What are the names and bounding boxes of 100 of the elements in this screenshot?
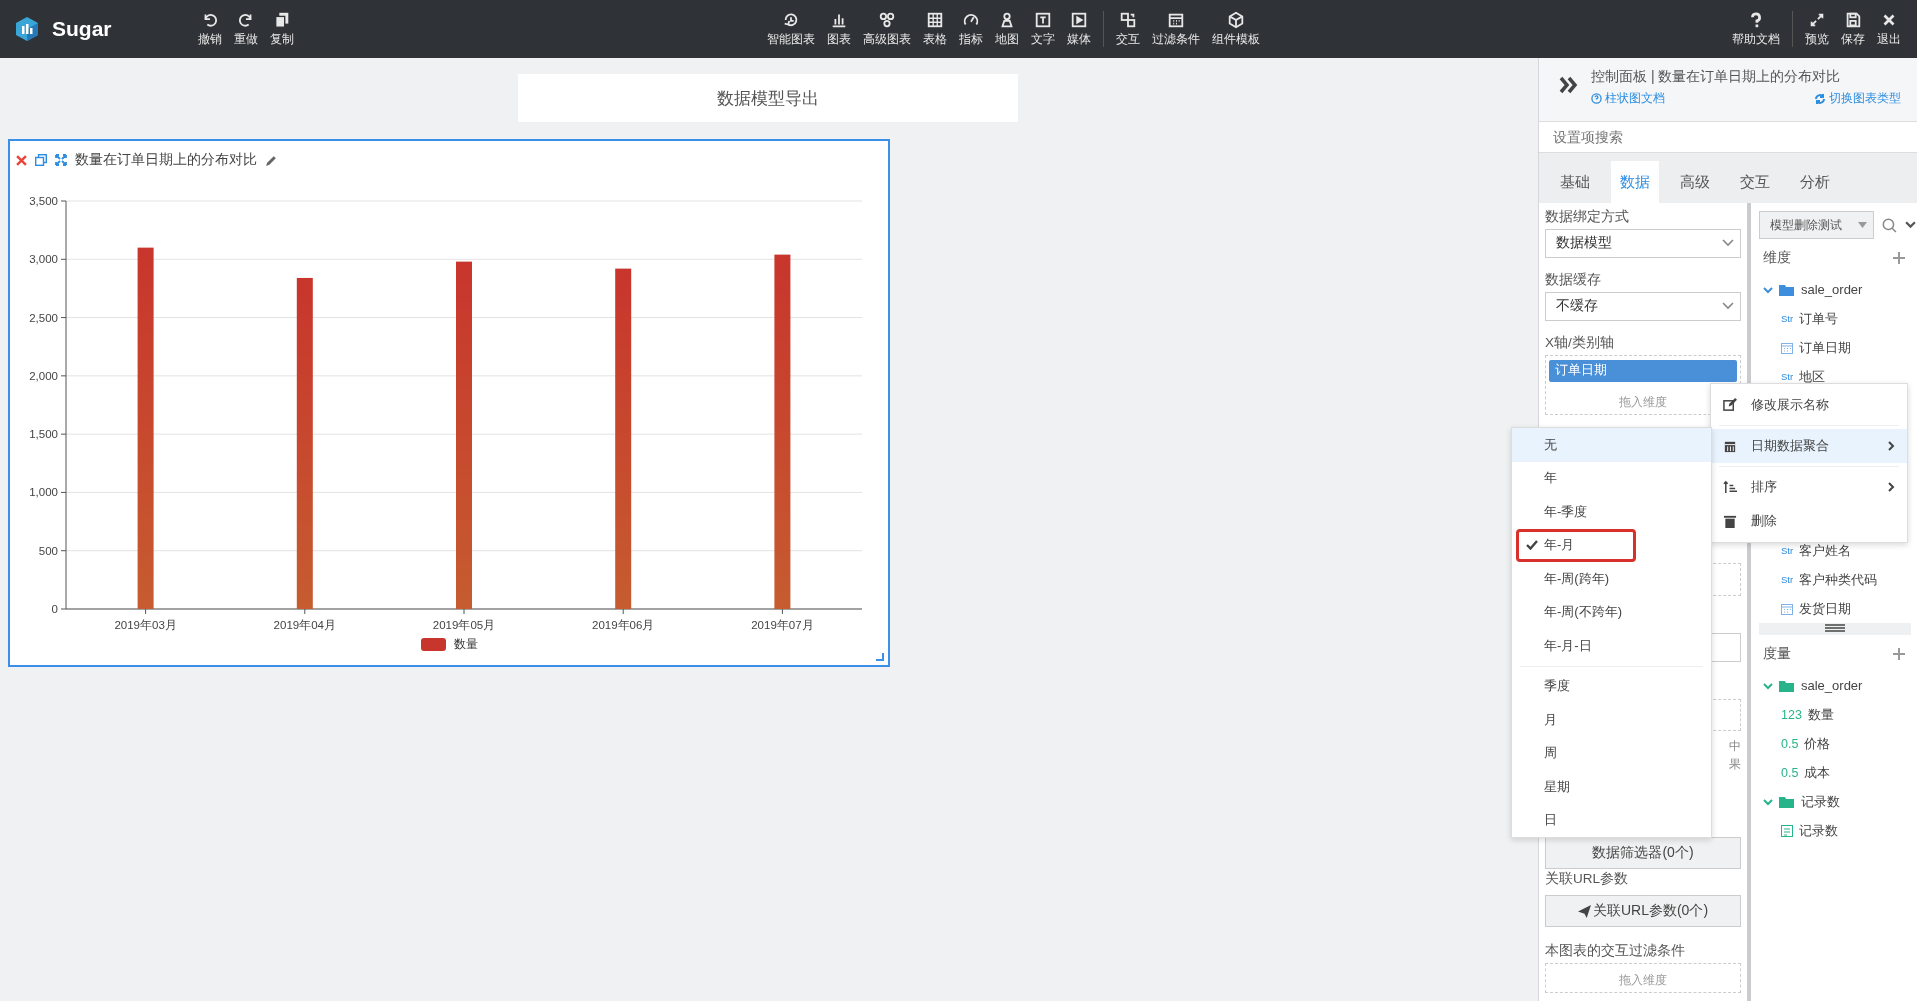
- menu-item[interactable]: 排序: [1711, 470, 1907, 504]
- note-text: 中: [1729, 738, 1741, 756]
- toolbar-button[interactable]: 过滤条件: [1145, 11, 1206, 47]
- double-chevron-icon[interactable]: [1559, 76, 1579, 94]
- chevron-down-icon[interactable]: [1763, 284, 1773, 295]
- field-name[interactable]: 客户姓名: [1799, 541, 1852, 560]
- cache-select[interactable]: 不缓存: [1545, 291, 1741, 321]
- field-name[interactable]: 发货日期: [1799, 599, 1851, 618]
- add-icon[interactable]: [1893, 252, 1905, 264]
- menu-item[interactable]: 无: [1512, 428, 1711, 462]
- nodes-icon: [877, 11, 896, 29]
- menu-item[interactable]: 年-月-日: [1512, 629, 1711, 663]
- resize-handle-icon[interactable]: [876, 653, 884, 661]
- panel-tab[interactable]: 数据: [1611, 161, 1659, 203]
- panel-tab[interactable]: 交互: [1731, 161, 1779, 203]
- field-label: 数据缓存: [1545, 271, 1602, 288]
- menu-item[interactable]: 年-周(跨年): [1512, 562, 1711, 596]
- toolbar-button[interactable]: 退出: [1871, 11, 1907, 47]
- chevron-down-icon: [1722, 239, 1734, 248]
- cube-icon: [1226, 11, 1245, 29]
- toolbar-button[interactable]: 撤销: [192, 11, 228, 47]
- field-name[interactable]: 订单号: [1799, 309, 1839, 328]
- panel-tab[interactable]: 基础: [1551, 161, 1599, 203]
- field-name[interactable]: 记录数: [1799, 821, 1838, 840]
- menu-item[interactable]: 年-月: [1516, 528, 1636, 562]
- sort-icon: [1723, 480, 1737, 494]
- caret-icon: [1858, 222, 1867, 228]
- toolbar-button[interactable]: 文字: [1024, 11, 1061, 47]
- toolbar-button[interactable]: 智能图表: [760, 11, 821, 47]
- menu-item[interactable]: 删除: [1711, 504, 1907, 538]
- binding-select[interactable]: 数据模型: [1545, 229, 1741, 258]
- type-label: Str: [1781, 545, 1794, 556]
- menu-item[interactable]: 星期: [1512, 770, 1711, 804]
- title-box: 数据模型导出: [518, 74, 1018, 122]
- toolbar-button[interactable]: 图表: [820, 11, 857, 47]
- toolbar-button[interactable]: 高级图表: [856, 11, 917, 47]
- filter-button[interactable]: 数据筛选器(0个): [1545, 837, 1741, 870]
- y-tick-label: 1,500: [29, 428, 58, 441]
- folder-name[interactable]: 记录数: [1801, 792, 1840, 811]
- folder-name[interactable]: sale_order: [1801, 282, 1863, 297]
- chart-card[interactable]: 数量在订单日期上的分布对比 0 500 1,000 1,500 2,000 2,500 3,000 3,500 2019年03月 2019年04月 2019年05月 2019年06月 2019年07月 数量: [8, 139, 890, 667]
- menu-item[interactable]: 周: [1512, 736, 1711, 770]
- chart-title: 数量在订单日期上的分布对比: [75, 151, 257, 169]
- type-label: 123: [1781, 707, 1802, 722]
- type-label: Str: [1781, 313, 1794, 324]
- field-name[interactable]: 数量: [1807, 705, 1834, 724]
- y-tick-label: 500: [38, 544, 58, 557]
- expand-icon: [1808, 11, 1826, 29]
- toolbar-button[interactable]: 媒体: [1060, 11, 1097, 47]
- text-icon: [1033, 11, 1052, 29]
- menu-item[interactable]: 月: [1512, 703, 1711, 737]
- drop-hint: 拖入维度: [1619, 393, 1667, 410]
- toolbar-button[interactable]: 指标: [952, 11, 989, 47]
- toolbar-button[interactable]: 组件模板: [1205, 11, 1266, 47]
- floppy-icon: [1844, 11, 1862, 29]
- type-label: 0.5: [1781, 765, 1799, 780]
- menu-item[interactable]: 年: [1512, 461, 1711, 495]
- field-label: 关联URL参数: [1545, 871, 1629, 888]
- close-icon[interactable]: [16, 154, 27, 166]
- field-name[interactable]: 成本: [1804, 763, 1831, 782]
- add-icon[interactable]: [1893, 648, 1905, 660]
- url-params-button[interactable]: 关联URL参数(0个): [1545, 895, 1741, 927]
- app-logo-text: Sugar: [52, 17, 112, 41]
- help-button[interactable]: 帮助文档: [1726, 11, 1786, 47]
- menu-item[interactable]: 年-季度: [1512, 495, 1711, 529]
- toolbar-button[interactable]: 表格: [916, 11, 953, 47]
- toolbar-button[interactable]: 复制: [264, 11, 300, 47]
- toolbar-button[interactable]: 重做: [228, 11, 264, 47]
- legend-label: 数量: [453, 636, 478, 653]
- chevron-down-icon: [1722, 302, 1734, 311]
- panel-tab[interactable]: 分析: [1791, 161, 1839, 203]
- type-label: Str: [1781, 574, 1794, 585]
- search-icon[interactable]: [1882, 217, 1897, 233]
- field-name[interactable]: 客户种类代码: [1799, 570, 1878, 589]
- x-tick-label: 2019年07月: [751, 619, 814, 631]
- toolbar-button[interactable]: 交互: [1109, 11, 1146, 47]
- field-name[interactable]: 地区: [1799, 367, 1826, 386]
- field-name[interactable]: 订单日期: [1799, 338, 1851, 357]
- menu-item[interactable]: 日: [1512, 803, 1711, 837]
- pencil-icon[interactable]: [265, 153, 278, 167]
- field-label: 本图表的交互过滤条件: [1545, 943, 1686, 959]
- panel-tab[interactable]: 高级: [1671, 161, 1719, 203]
- chevron-down-icon[interactable]: [1905, 221, 1916, 229]
- menu-item[interactable]: 年-周(不跨年): [1512, 595, 1711, 629]
- menu-item[interactable]: 季度: [1512, 669, 1711, 703]
- folder-name[interactable]: sale_order: [1801, 678, 1863, 693]
- calendar-grid-icon: [1166, 11, 1185, 29]
- x-tick-label: 2019年05月: [432, 619, 496, 631]
- toolbar-button[interactable]: 保存: [1835, 11, 1871, 47]
- model-dropdown[interactable]: 模型删除测试: [1759, 211, 1874, 239]
- x-tick-label: 2019年06月: [592, 619, 655, 631]
- field-name[interactable]: 价格: [1804, 734, 1831, 753]
- check-icon: [1526, 540, 1538, 551]
- copy-icon[interactable]: [35, 154, 47, 166]
- expand-icon[interactable]: [55, 154, 67, 166]
- copy-icon: [273, 11, 291, 29]
- toolbar-button[interactable]: 预览: [1799, 11, 1835, 47]
- drag-handle-icon[interactable]: [1825, 623, 1845, 633]
- toolbar-button[interactable]: 地图: [988, 11, 1025, 47]
- menu-item[interactable]: 日期数据聚合: [1711, 429, 1907, 463]
